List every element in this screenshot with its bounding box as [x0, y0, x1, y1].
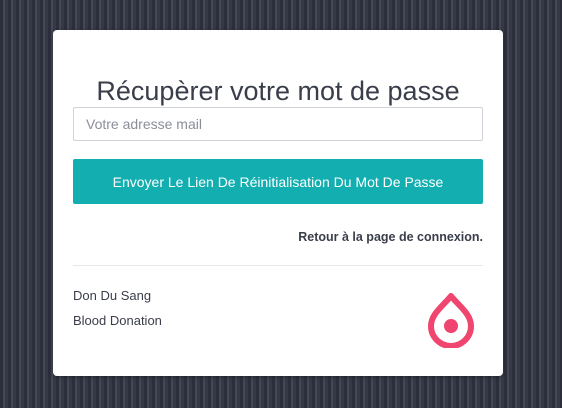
password-recovery-card: Récupèrer votre mot de passe Envoyer Le … — [53, 30, 503, 376]
blood-drop-icon — [428, 293, 474, 348]
footer-text-en: Blood Donation — [73, 313, 162, 328]
divider — [73, 265, 483, 266]
email-input[interactable] — [73, 107, 483, 141]
back-to-login-link[interactable]: Retour à la page de connexion. — [298, 230, 483, 244]
send-reset-link-button[interactable]: Envoyer Le Lien De Réinitialisation Du M… — [73, 159, 483, 204]
page-title: Récupèrer votre mot de passe — [96, 76, 460, 106]
footer-text-fr: Don Du Sang — [73, 288, 152, 303]
